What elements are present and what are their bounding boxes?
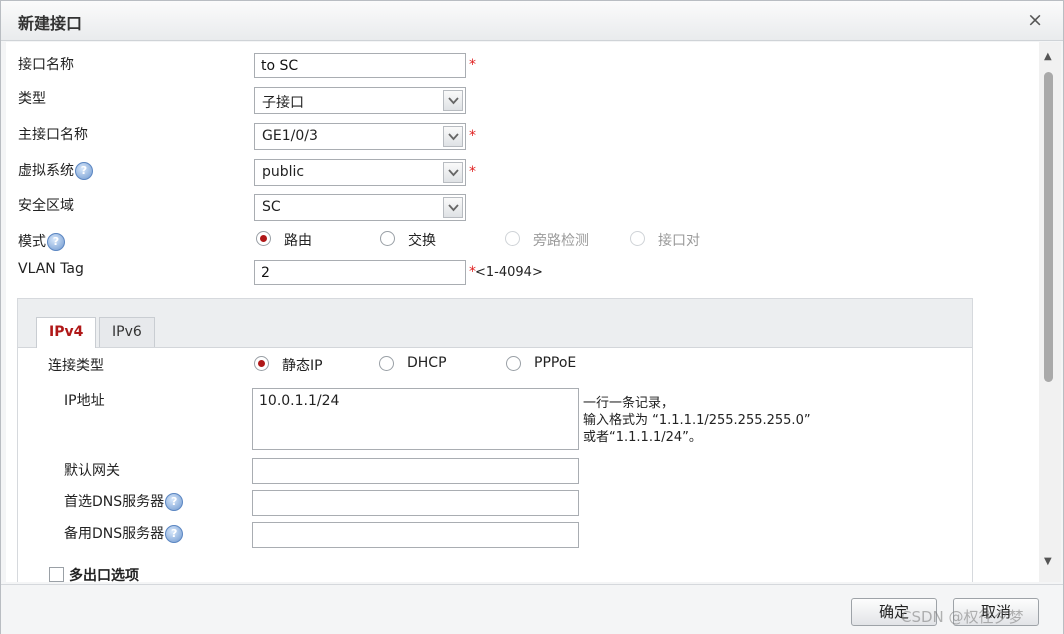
conn-dhcp-radio[interactable] (379, 356, 394, 371)
mode-switch-label: 交换 (408, 233, 436, 249)
virtual-system-select[interactable]: public (254, 159, 466, 186)
vlan-range-hint: <1-4094> (475, 265, 543, 280)
mode-pair-radio (630, 231, 645, 246)
vsys-label-text: 虚拟系统 (18, 163, 74, 179)
mode-label-text: 模式 (18, 234, 46, 250)
form-content: 接口名称 to SC * 类型 子接口 主接口名称 GE1/0/3 * 虚拟系统… (6, 42, 1039, 582)
mode-label: 模式? (18, 231, 65, 251)
help-icon[interactable]: ? (47, 233, 65, 251)
scroll-up-icon[interactable]: ▲ (1044, 51, 1052, 62)
tab-ipv4[interactable]: IPv4 (36, 317, 97, 348)
multi-exit-checkbox[interactable] (49, 567, 64, 582)
vertical-scrollbar[interactable]: ▲ ▼ (1039, 42, 1061, 582)
type-value: 子接口 (262, 95, 304, 111)
chevron-down-icon[interactable] (443, 162, 463, 183)
required-mark: * (469, 164, 476, 180)
tab-ipv6[interactable]: IPv6 (99, 317, 155, 347)
type-label: 类型 (18, 91, 46, 107)
multi-exit-label: 多出口选项 (69, 568, 139, 582)
ip-address-label: IP地址 (64, 393, 105, 409)
name-label: 接口名称 (18, 57, 74, 73)
security-zone-select[interactable]: SC (254, 194, 466, 221)
ip-settings-panel: IPv4 IPv6 连接类型 静态IP DHCP PPPoE IP地址 10.0… (17, 298, 973, 582)
mode-bypass-radio (505, 231, 520, 246)
parent-value: GE1/0/3 (262, 128, 318, 144)
mode-route-label: 路由 (284, 233, 312, 249)
close-icon[interactable]: × (1027, 9, 1043, 31)
ip-hint-line1: 一行一条记录， (583, 396, 675, 411)
ip-hint-line2: 输入格式为 “1.1.1.1/255.255.255.0” (583, 413, 811, 428)
parent-label: 主接口名称 (18, 127, 88, 143)
interface-name-input[interactable]: to SC (254, 53, 466, 78)
type-select[interactable]: 子接口 (254, 87, 466, 114)
dialog-titlebar: 新建接口 × (1, 1, 1063, 41)
conn-pppoe-label: PPPoE (534, 355, 577, 371)
dns2-label-text: 备用DNS服务器 (64, 526, 165, 542)
mode-switch-radio[interactable] (380, 231, 395, 246)
help-icon[interactable]: ? (165, 493, 184, 511)
vlan-tag-input[interactable]: 2 (254, 260, 466, 285)
watermark: CSDN @权往夕梦 (901, 608, 1024, 626)
parent-interface-select[interactable]: GE1/0/3 (254, 123, 466, 150)
ip-hint-line3: 或者“1.1.1.1/24”。 (583, 430, 702, 445)
new-interface-dialog: 新建接口 × 接口名称 to SC * 类型 子接口 主接口名称 GE1/0/3… (0, 0, 1064, 634)
help-icon[interactable]: ? (165, 525, 184, 543)
conn-static-label: 静态IP (282, 358, 323, 374)
conn-type-label: 连接类型 (48, 358, 104, 374)
conn-static-radio[interactable] (254, 356, 269, 371)
ip-tabs: IPv4 IPv6 (18, 299, 972, 348)
mode-route-radio[interactable] (256, 231, 271, 246)
zone-label: 安全区域 (18, 198, 74, 214)
default-gateway-input[interactable] (252, 458, 579, 484)
chevron-down-icon[interactable] (443, 197, 463, 218)
help-icon[interactable]: ? (75, 162, 93, 180)
mode-pair-label: 接口对 (658, 233, 700, 249)
secondary-dns-input[interactable] (252, 522, 579, 548)
required-mark: * (469, 128, 476, 144)
zone-value: SC (262, 199, 281, 215)
chevron-down-icon[interactable] (443, 90, 463, 111)
vlan-label: VLAN Tag (18, 261, 84, 277)
conn-pppoe-radio[interactable] (506, 356, 521, 371)
scroll-down-icon[interactable]: ▼ (1044, 556, 1052, 567)
primary-dns-input[interactable] (252, 490, 579, 516)
dns2-label: 备用DNS服务器? (64, 523, 184, 543)
dns1-label-text: 首选DNS服务器 (64, 494, 165, 510)
vsys-value: public (262, 164, 305, 180)
dialog-title: 新建接口 (18, 14, 83, 33)
dns1-label: 首选DNS服务器? (64, 491, 184, 511)
required-mark: * (469, 57, 476, 73)
vsys-label: 虚拟系统? (18, 160, 93, 180)
chevron-down-icon[interactable] (443, 126, 463, 147)
scrollbar-thumb[interactable] (1044, 72, 1053, 382)
mode-bypass-label: 旁路检测 (533, 233, 589, 249)
conn-dhcp-label: DHCP (407, 355, 447, 371)
ip-address-textarea[interactable]: 10.0.1.1/24 (252, 388, 579, 450)
gateway-label: 默认网关 (64, 463, 120, 479)
